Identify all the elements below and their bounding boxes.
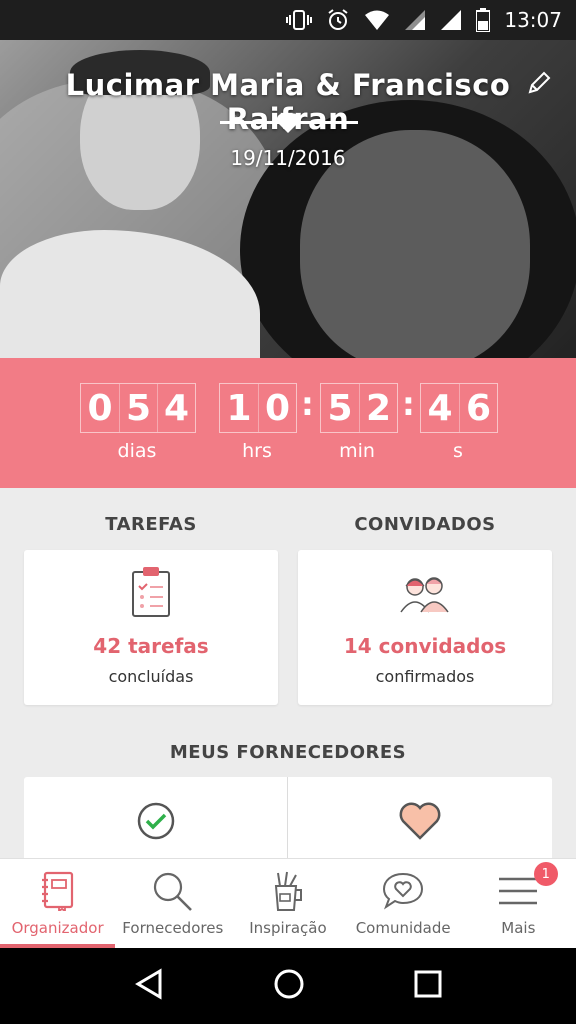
wifi-icon [364,9,390,31]
notebook-icon [41,869,75,913]
days-box: 0 5 4 [80,383,196,433]
seconds-label: s [453,440,463,462]
menu-icon [497,869,539,913]
heart-divider-icon [276,112,300,138]
minutes-digit: 5 [327,387,353,429]
nav-inspiracao[interactable]: Inspiração [230,859,345,948]
signal-icon [440,9,462,31]
back-icon[interactable] [134,968,164,1004]
guests-subtitle: confirmados [375,667,475,686]
status-bar: 13:07 [0,0,576,40]
nav-label: Mais [501,919,536,937]
tasks-subtitle: concluídas [108,667,194,686]
vendors-panel [24,777,552,867]
pencil-icon[interactable] [526,70,552,100]
days-digit: 0 [87,387,113,429]
clipboard-icon [24,566,278,618]
nav-label: Comunidade [355,919,451,937]
nav-mais[interactable]: 1 Mais [461,859,576,948]
guests-icon [298,566,552,614]
signal-icon [404,9,426,31]
hours-digit: 0 [258,384,296,432]
battery-icon [476,8,491,32]
notification-badge: 1 [533,862,558,886]
minutes-digit: 2 [359,384,397,432]
guests-count: 14 convidados [343,634,507,658]
search-icon [151,869,195,913]
system-navigation-bar [0,948,576,1024]
colon: : [402,385,415,423]
inspiration-cup-icon [270,869,306,913]
nav-label: Inspiração [249,919,327,937]
countdown: 0 5 4 1 0 : 5 2 : 4 6 dias hrs min s [0,358,576,488]
chat-heart-icon [382,869,424,913]
nav-organizador[interactable]: Organizador [0,859,116,948]
seconds-digit: 6 [459,384,497,432]
bottom-navigation: Organizador Fornecedores Inspiração Comu… [0,858,576,948]
wedding-date: 19/11/2016 [230,146,346,170]
hours-label: hrs [242,440,272,462]
days-digit: 5 [119,384,157,432]
days-label: dias [117,440,157,462]
vendors-title: MEUS FORNECEDORES [169,742,407,763]
nav-comunidade[interactable]: Comunidade [346,859,461,948]
alarm-icon [326,8,350,32]
minutes-box: 5 2 [320,383,398,433]
nav-label: Fornecedores [122,919,224,937]
tasks-count: 42 tarefas [93,634,209,658]
divider-right [298,121,358,124]
seconds-box: 4 6 [420,383,498,433]
vibrate-icon [286,9,313,31]
nav-label: Organizador [11,919,104,937]
guests-title: CONVIDADOS [354,514,496,535]
seconds-digit: 4 [427,387,453,429]
guests-card[interactable]: 14 convidados confirmados [298,550,552,705]
tasks-title: TAREFAS [105,514,197,535]
colon: : [301,385,314,423]
home-icon[interactable] [273,968,305,1004]
hours-box: 1 0 [219,383,297,433]
minutes-label: min [339,440,375,462]
tasks-card[interactable]: 42 tarefas concluídas [24,550,278,705]
hours-digit: 1 [226,387,252,429]
divider-left [220,121,280,124]
status-time: 13:07 [504,8,562,32]
vendors-hired-cell[interactable] [24,777,287,867]
vendors-favorites-cell[interactable] [288,777,552,867]
couple-photo: Lucimar Maria & Francisco Raifran 19/11/… [0,40,576,358]
recents-icon[interactable] [414,970,442,1002]
days-digit: 4 [157,384,195,432]
nav-fornecedores[interactable]: Fornecedores [115,859,230,948]
